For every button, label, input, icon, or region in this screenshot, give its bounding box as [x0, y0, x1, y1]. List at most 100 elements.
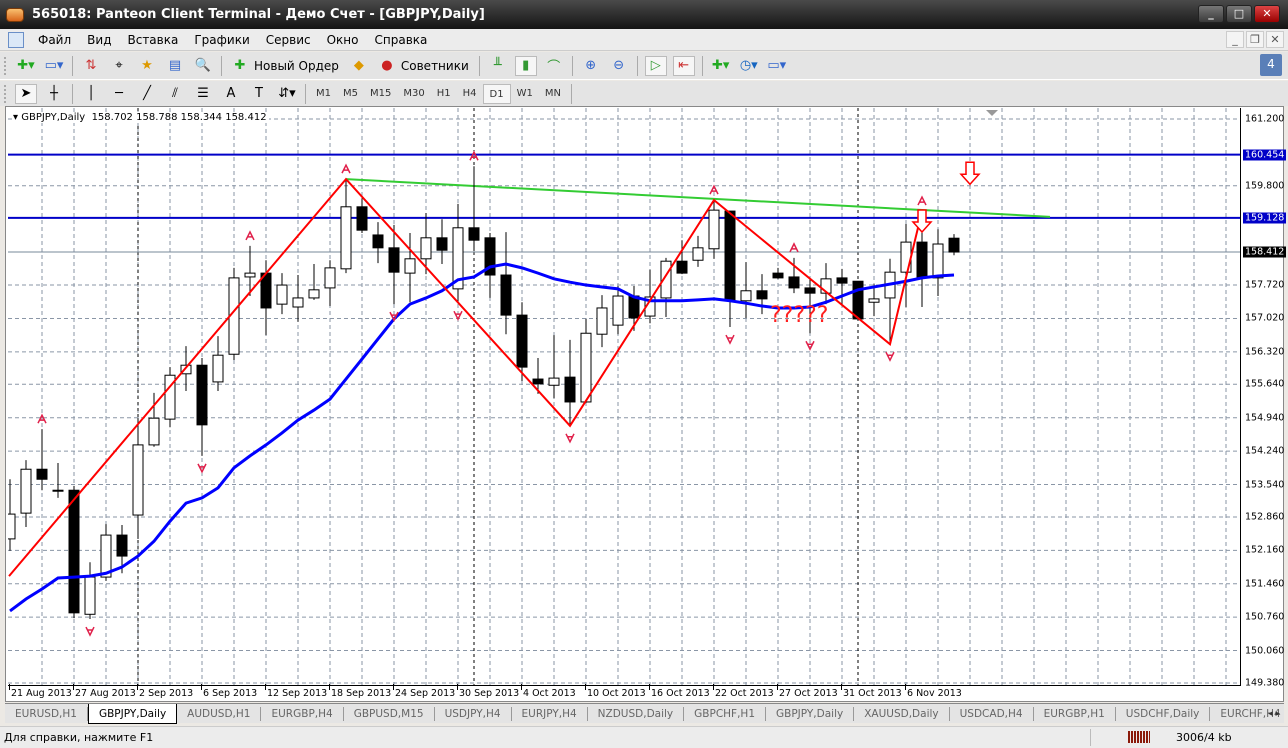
chart-tab[interactable]: USDCAD,H4	[950, 706, 1034, 721]
text-label-icon[interactable]: T	[248, 84, 270, 104]
close-button[interactable]: ✕	[1254, 5, 1280, 23]
date-tick-mark	[777, 684, 778, 690]
new-order-button[interactable]: Новый Ордер	[254, 59, 339, 73]
chart-plot-area[interactable]: ????? ▾ GBPJPY,Daily 158.702 158.788 158…	[8, 108, 1241, 686]
mdi-close-button[interactable]: ✕	[1266, 31, 1284, 48]
timeframe-m1[interactable]: M1	[310, 84, 337, 104]
chart-shift-icon[interactable]: ⇤	[672, 55, 695, 76]
new-order-icon[interactable]: ✚	[229, 56, 251, 76]
periods-clock-icon[interactable]: ◷▾	[738, 56, 760, 76]
mdi-minimize-button[interactable]: _	[1226, 31, 1244, 48]
timeframe-m30[interactable]: M30	[397, 84, 430, 104]
candle-bearish	[500, 274, 512, 316]
templates-icon[interactable]: ▭▾	[766, 56, 788, 76]
new-chart-icon[interactable]: ✚▾	[15, 56, 37, 76]
candle-bullish	[420, 237, 432, 260]
mdi-restore-button[interactable]: ❐	[1246, 31, 1264, 48]
crosshair-icon[interactable]: ⌖	[108, 56, 130, 76]
candlestick-chart-icon[interactable]: ▮	[514, 55, 537, 76]
experts-button[interactable]: Советники	[401, 59, 469, 73]
terminal-icon[interactable]: ▤	[164, 56, 186, 76]
date-tick-label: 4 Oct 2013	[523, 688, 576, 699]
toolbar-grip[interactable]	[4, 56, 8, 75]
date-tick-label: 10 Oct 2013	[587, 688, 646, 699]
timeframe-h1[interactable]: H1	[431, 84, 457, 104]
menu-tools[interactable]: Сервис	[258, 33, 319, 47]
minimize-button[interactable]: _	[1198, 5, 1224, 23]
date-tick-mark	[9, 684, 10, 690]
chart-tab[interactable]: GBPUSD,M15	[344, 706, 435, 721]
navigator-icon[interactable]: ★	[136, 56, 158, 76]
maximize-button[interactable]: □	[1226, 5, 1252, 23]
cursor-icon[interactable]: ➤	[15, 83, 37, 104]
chart-menu-icon[interactable]: ▾	[13, 112, 21, 123]
chart-tab[interactable]: AUDUSD,H1	[177, 706, 262, 721]
chart-tab[interactable]: EURGBP,H4	[261, 706, 344, 721]
trendline-icon[interactable]: ╱	[136, 84, 158, 104]
chart-high: 158.788	[136, 112, 178, 123]
market-watch-icon[interactable]: ⇅	[80, 56, 102, 76]
candle-bullish	[84, 576, 96, 615]
chart-tab[interactable]: GBPJPY,Daily	[87, 703, 178, 724]
candle-bullish	[292, 297, 304, 308]
timeframe-w1[interactable]: W1	[511, 84, 539, 104]
menu-insert[interactable]: Вставка	[119, 33, 186, 47]
timeframe-m15[interactable]: M15	[364, 84, 397, 104]
candle-bullish	[708, 209, 720, 250]
price-tick-label: 150.060	[1245, 645, 1285, 657]
menu-help[interactable]: Справка	[367, 33, 436, 47]
candle-bearish	[36, 468, 48, 480]
menu-window[interactable]: Окно	[319, 33, 367, 47]
warning-icon[interactable]: ◆	[348, 56, 370, 76]
horizontal-line-icon[interactable]: ─	[108, 84, 130, 104]
text-tool-icon[interactable]: A	[220, 84, 242, 104]
chart-tab[interactable]: EURGBP,H1	[1034, 706, 1116, 721]
experts-icon[interactable]: ●	[376, 56, 398, 76]
chart-window-icon[interactable]	[8, 31, 24, 48]
indicators-icon[interactable]: ✚▾	[710, 56, 732, 76]
timeframe-m5[interactable]: M5	[337, 84, 364, 104]
level-price-label: 160.454	[1243, 149, 1287, 161]
price-tick-label: 154.240	[1245, 445, 1285, 457]
status-bar: Для справки, нажмите F1 3006/4 kb	[0, 726, 1288, 748]
date-tick-label: 16 Oct 2013	[651, 688, 710, 699]
time-axis[interactable]: 21 Aug 2013 27 Aug 2013 2 Sep 2013 6 Sep 20…	[8, 684, 1241, 701]
menu-file[interactable]: Файл	[30, 33, 79, 47]
bar-chart-icon[interactable]: ╨	[487, 56, 509, 76]
chart-tab[interactable]: GBPCHF,H1	[684, 706, 767, 721]
menu-view[interactable]: Вид	[79, 33, 119, 47]
chart-tab[interactable]: NZDUSD,Daily	[588, 706, 685, 721]
menu-charts[interactable]: Графики	[186, 33, 257, 47]
zoom-out-icon[interactable]: ⊖	[608, 56, 630, 76]
fibonacci-icon[interactable]: ☰	[192, 84, 214, 104]
chart-tab[interactable]: USDJPY,H4	[435, 706, 512, 721]
chart-tab[interactable]: EURUSD,H1	[5, 706, 88, 721]
auto-scroll-icon[interactable]: ▷	[644, 55, 667, 76]
timeframe-d1[interactable]: D1	[482, 83, 511, 104]
equidistant-channel-icon[interactable]: ⫽	[164, 84, 186, 104]
tab-scroll-arrows[interactable]: ◂ ▸	[1268, 709, 1280, 719]
chart-tab[interactable]: USDCHF,Daily	[1116, 706, 1211, 721]
price-tick-label: 159.800	[1245, 180, 1285, 192]
candle-bearish	[516, 314, 528, 368]
date-tick-mark	[585, 684, 586, 690]
timeframe-mn[interactable]: MN	[539, 84, 567, 104]
zoom-in-icon[interactable]: ⊕	[580, 56, 602, 76]
chart-close: 158.412	[225, 112, 267, 123]
price-axis[interactable]: 161.200 159.800 157.720 157.020 156.320 155.6…	[1242, 108, 1287, 689]
chart-tab[interactable]: EURJPY,H4	[512, 706, 588, 721]
timeframe-h4[interactable]: H4	[457, 84, 483, 104]
vertical-line-icon[interactable]: │	[80, 84, 102, 104]
profiles-icon[interactable]: ▭▾	[43, 56, 65, 76]
candlestick-chart[interactable]: ?????	[8, 108, 1241, 686]
sell-arrow-icon	[911, 209, 933, 234]
chart-tab[interactable]: XAUUSD,Daily	[854, 706, 950, 721]
messages-button[interactable]: 4	[1260, 54, 1282, 76]
chart-tab[interactable]: GBPJPY,Daily	[766, 706, 855, 721]
strategy-tester-icon[interactable]: 🔍	[192, 56, 214, 76]
crosshair-tool-icon[interactable]: ┼	[43, 84, 65, 104]
toolbar-grip[interactable]	[4, 84, 8, 103]
line-chart-icon[interactable]: ⌒	[543, 56, 565, 76]
arrows-tool-icon[interactable]: ⇵▾	[276, 84, 298, 104]
divider	[636, 55, 638, 76]
